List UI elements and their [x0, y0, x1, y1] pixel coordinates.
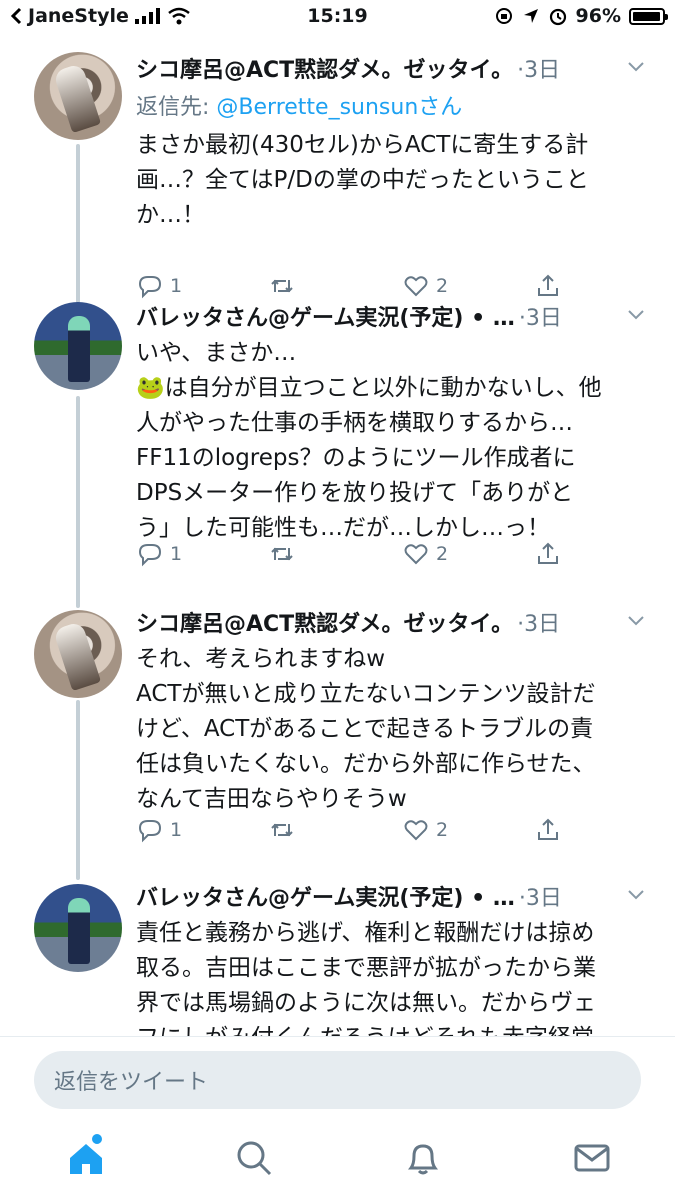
avatar[interactable]	[34, 302, 122, 390]
retweet-icon	[271, 547, 293, 561]
reply-button[interactable]: 1	[136, 816, 182, 844]
alarm-icon	[549, 8, 566, 26]
reply-input[interactable]: 返信をツイート	[34, 1051, 641, 1109]
tweet-body: バレッタさん@ゲーム実況(予定) • … ·3日 いや、まさか… 🐸は自分が目立…	[136, 296, 644, 546]
search-icon	[237, 1141, 272, 1176]
tweet-body: バレッタさん@ゲーム実況(予定) • … ·3日 責任と義務から逃げ、権利と報酬…	[136, 876, 644, 1036]
reply-count: 1	[170, 275, 183, 297]
tweet-body: シコ摩呂@ACT黙認ダメ。ゼッタイ。 ·3日 それ、考えられますねw ACTが無…	[136, 602, 644, 817]
tweet-text: まさか最初(430セル)からACTに寄生する計 画…？全てはP/Dの掌の中だった…	[136, 132, 589, 228]
retweet-icon	[271, 823, 293, 837]
notifications-icon	[408, 1144, 438, 1175]
battery-icon	[629, 7, 668, 25]
chevron-down-icon[interactable]	[626, 304, 646, 324]
avatar[interactable]	[34, 884, 122, 972]
tab-search[interactable]	[234, 1138, 278, 1182]
tweet-time: ·3日	[517, 612, 561, 637]
reply-prefix: 返信先:	[136, 95, 217, 120]
chevron-down-icon[interactable]	[626, 610, 646, 630]
reply-icon	[138, 820, 162, 843]
tweet-time: ·3日	[518, 306, 562, 331]
share-button[interactable]	[534, 540, 562, 568]
tweet-item[interactable]: バレッタさん@ゲーム実況(予定) • … ·3日 いや、まさか… 🐸は自分が目立…	[0, 296, 675, 596]
tab-home[interactable]	[66, 1134, 110, 1182]
reply-to-line: 返信先: @Berrette_sunsunさん	[136, 88, 642, 128]
reply-count: 1	[170, 543, 183, 565]
share-icon	[538, 542, 558, 564]
tweet-item[interactable]: シコ摩呂@ACT黙認ダメ。ゼッタイ。 ·3日 返信先: @Berrette_su…	[0, 48, 675, 304]
status-bar: JaneStyle 15:19 96%	[0, 0, 675, 36]
tweet-header: バレッタさん@ゲーム実況(予定) • … ·3日	[136, 296, 644, 336]
tweet-header: シコ摩呂@ACT黙認ダメ。ゼッタイ。 ·3日	[136, 602, 644, 642]
battery-percent: 96%	[575, 5, 621, 27]
chevron-down-icon[interactable]	[626, 56, 646, 76]
like-button[interactable]: 2	[402, 540, 448, 568]
retweet-button[interactable]	[268, 540, 302, 568]
tweet-text: 責任と義務から逃げ、権利と報酬だけは掠め 取る。吉田はここまで悪評が拡がったから…	[136, 920, 596, 1036]
like-button[interactable]: 2	[402, 816, 448, 844]
avatar[interactable]	[34, 52, 122, 140]
share-button[interactable]	[534, 816, 562, 844]
messages-icon	[574, 1144, 610, 1172]
tweet-actions: 1 2	[136, 540, 596, 580]
reply-button[interactable]: 1	[136, 540, 182, 568]
like-count: 2	[436, 543, 449, 565]
author-name[interactable]: シコ摩呂@ACT黙認ダメ。ゼッタイ。	[136, 52, 513, 84]
author-name[interactable]: バレッタさん@ゲーム実況(予定) • …	[136, 880, 515, 912]
tweet-text: いや、まさか… 🐸は自分が目立つこと以外に動かないし、他 人がやった仕事の手柄を…	[136, 340, 602, 541]
tweet-thread[interactable]: シコ摩呂@ACT黙認ダメ。ゼッタイ。 ·3日 返信先: @Berrette_su…	[0, 36, 675, 1036]
like-count: 2	[436, 819, 449, 841]
tab-messages[interactable]	[572, 1138, 616, 1182]
author-name[interactable]: シコ摩呂@ACT黙認ダメ。ゼッタイ。	[136, 606, 513, 638]
home-icon	[70, 1144, 102, 1174]
tweet-item[interactable]: バレッタさん@ゲーム実況(予定) • … ·3日 責任と義務から逃げ、権利と報酬…	[0, 876, 675, 1036]
chevron-down-icon[interactable]	[626, 884, 646, 904]
heart-icon	[404, 544, 428, 565]
reply-handle-link[interactable]: @Berrette_sunsunさん	[216, 95, 462, 120]
reply-composer: 返信をツイート	[0, 1036, 675, 1119]
tab-bar	[0, 1118, 675, 1200]
status-right: 96%	[494, 5, 668, 27]
reply-count: 1	[170, 819, 183, 841]
avatar[interactable]	[34, 610, 122, 698]
reply-icon	[138, 544, 162, 567]
new-content-dot	[92, 1134, 102, 1144]
tweet-item[interactable]: シコ摩呂@ACT黙認ダメ。ゼッタイ。 ·3日 それ、考えられますねw ACTが無…	[0, 602, 675, 872]
location-icon	[523, 9, 538, 23]
author-name[interactable]: バレッタさん@ゲーム実況(予定) • …	[136, 300, 515, 332]
like-count: 2	[436, 275, 449, 297]
rotation-lock-icon	[495, 8, 512, 24]
tweet-header: シコ摩呂@ACT黙認ダメ。ゼッタイ。 ·3日	[136, 48, 644, 88]
tweet-time: ·3日	[518, 886, 562, 911]
share-icon	[538, 818, 558, 840]
tab-notifications[interactable]	[403, 1138, 447, 1182]
tweet-header: バレッタさん@ゲーム実況(予定) • … ·3日	[136, 876, 644, 916]
tweet-body: シコ摩呂@ACT黙認ダメ。ゼッタイ。 ·3日 返信先: @Berrette_su…	[136, 48, 644, 233]
tweet-actions: 1 2	[136, 816, 596, 856]
heart-icon	[404, 820, 428, 841]
retweet-button[interactable]	[268, 816, 302, 844]
tweet-text: それ、考えられますねw ACTが無いと成り立たないコンテンツ設計だ けど、ACT…	[136, 646, 596, 812]
tweet-time: ·3日	[517, 58, 561, 83]
